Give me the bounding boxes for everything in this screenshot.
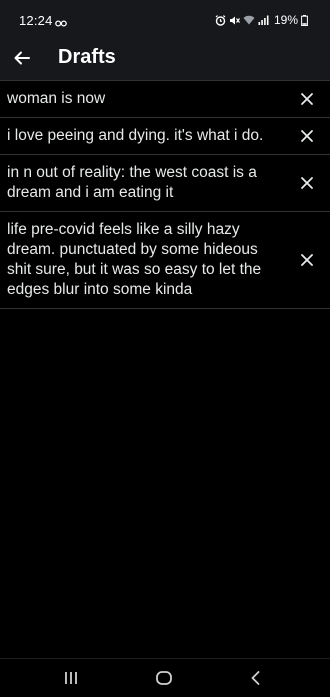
battery-percent: 19% (273, 13, 298, 27)
home-button[interactable] (155, 669, 173, 687)
delete-draft-button[interactable] (300, 176, 314, 190)
back-icon (247, 669, 265, 687)
app-bar: Drafts (0, 36, 330, 81)
draft-text: in n out of reality: the west coast is a… (7, 164, 257, 201)
status-time: 12:24 (19, 13, 53, 28)
back-button[interactable] (10, 46, 34, 70)
mute-icon (229, 15, 240, 26)
draft-text: i love peeing and dying. it's what i do. (7, 127, 264, 144)
status-icons: 19% (215, 13, 308, 27)
delete-draft-button[interactable] (300, 129, 314, 143)
close-icon (300, 92, 314, 106)
close-icon (300, 176, 314, 190)
status-bar: 12:24 19% (0, 0, 330, 36)
draft-item[interactable]: woman is now (0, 81, 330, 118)
draft-item[interactable]: i love peeing and dying. it's what i do. (0, 118, 330, 155)
wifi-icon (243, 15, 255, 25)
link-icon (55, 15, 67, 27)
draft-item[interactable]: in n out of reality: the west coast is a… (0, 155, 330, 212)
page-title: Drafts (58, 46, 116, 68)
drafts-list: woman is now i love peeing and dying. it… (0, 81, 330, 309)
delete-draft-button[interactable] (300, 92, 314, 106)
system-nav-bar (0, 658, 330, 697)
system-back-button[interactable] (247, 669, 265, 687)
draft-item[interactable]: life pre-covid feels like a silly hazy d… (0, 212, 330, 309)
battery-icon (301, 14, 308, 26)
draft-text: woman is now (7, 90, 106, 107)
alarm-icon (215, 14, 226, 26)
draft-text: life pre-covid feels like a silly hazy d… (7, 221, 262, 298)
close-icon (300, 253, 314, 267)
home-icon (155, 669, 173, 687)
arrow-left-icon (10, 51, 34, 74)
close-icon (300, 129, 314, 143)
delete-draft-button[interactable] (300, 253, 314, 267)
recent-apps-icon (62, 669, 80, 687)
signal-icon (258, 15, 269, 25)
recent-apps-button[interactable] (62, 669, 80, 687)
